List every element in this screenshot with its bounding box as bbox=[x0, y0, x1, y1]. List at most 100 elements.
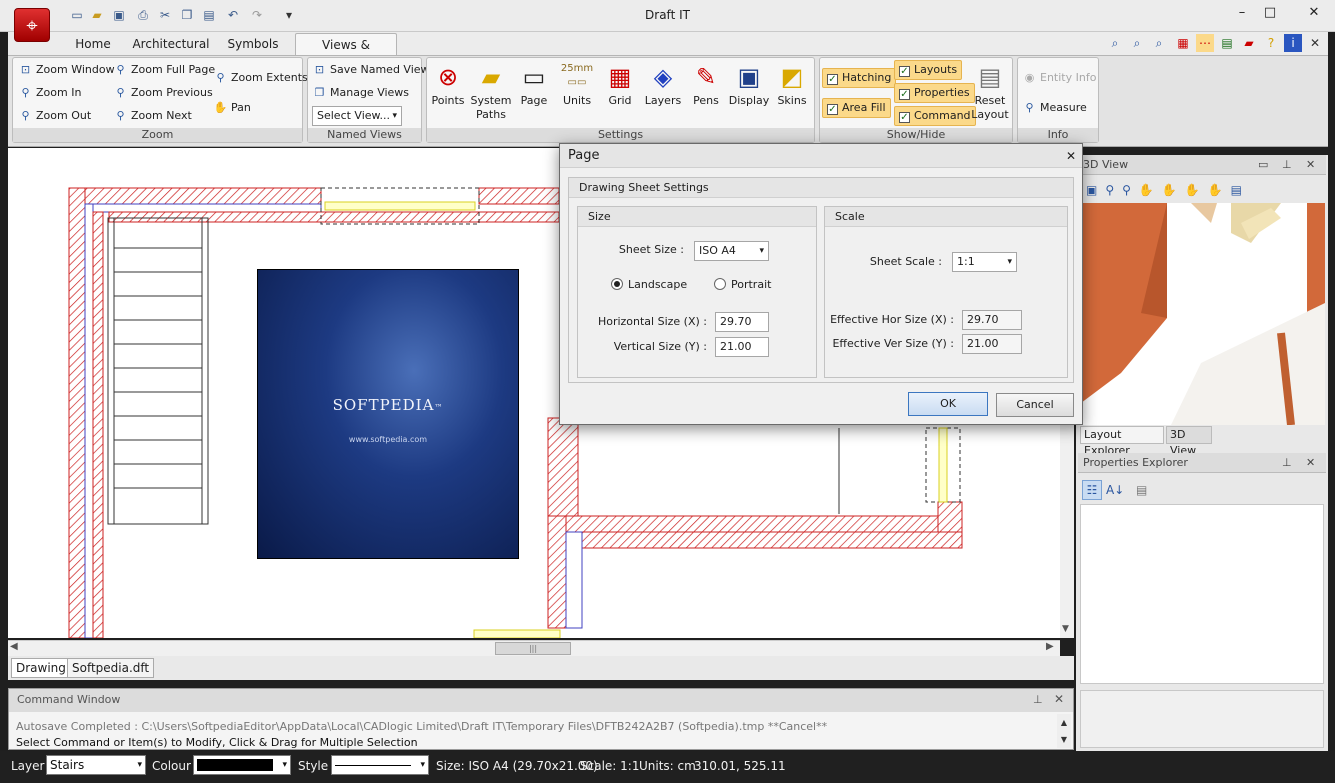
layers-button[interactable]: ◈ Layers bbox=[640, 62, 686, 108]
ribbon-close-icon[interactable]: ✕ bbox=[1306, 34, 1324, 52]
hatching-toggle[interactable]: ✓ Hatching bbox=[822, 68, 897, 88]
view3d-header: 3D View ▭ ⊥ ✕ bbox=[1078, 155, 1326, 175]
cancel-button[interactable]: Cancel bbox=[996, 393, 1074, 417]
points-button[interactable]: ⊗ Points bbox=[425, 62, 471, 108]
sort-alpha-icon[interactable]: A↓ bbox=[1106, 478, 1124, 502]
ok-button[interactable]: OK bbox=[908, 392, 988, 416]
app-menu-button[interactable]: ⌖ bbox=[14, 8, 50, 42]
checkbox-checked-icon: ✓ bbox=[899, 89, 910, 100]
maximize-button[interactable]: □ bbox=[1256, 2, 1284, 24]
zoom-next-button[interactable]: ⚲ Zoom Next bbox=[113, 109, 191, 122]
command-scrollbar[interactable]: ▲ ▼ bbox=[1057, 714, 1071, 748]
zoom-out-button[interactable]: ⚲ Zoom Out bbox=[18, 109, 91, 122]
status-bar: Layer Stairs ▾ Colour ▾ Style ▾ Size: ISO… bbox=[0, 751, 1335, 783]
zoom-in-button[interactable]: ⚲ Zoom In bbox=[18, 86, 81, 99]
tab-softpedia-dft[interactable]: Softpedia.dft bbox=[67, 658, 155, 678]
scroll-thumb[interactable]: ||| bbox=[495, 642, 571, 655]
layer-dropdown[interactable]: Stairs ▾ bbox=[46, 755, 146, 775]
save-named-view-button[interactable]: ⊡ Save Named View bbox=[312, 63, 430, 76]
horizontal-scrollbar[interactable]: ◀ ||| ▶ bbox=[8, 640, 1060, 656]
radio-selected-icon bbox=[611, 278, 623, 290]
checkbox-checked-icon: ✓ bbox=[899, 66, 910, 77]
command-prompt-line: Select Command or Item(s) to Modify, Cli… bbox=[16, 736, 418, 749]
sheet-size-dropdown[interactable]: ISO A4 ▾ bbox=[694, 241, 769, 261]
tab-layout-explorer[interactable]: Layout Explorer bbox=[1080, 426, 1164, 457]
scroll-down-icon[interactable]: ▼ bbox=[1062, 624, 1069, 634]
properties-toggle[interactable]: ✓ Properties bbox=[894, 83, 975, 103]
portrait-radio[interactable]: Portrait bbox=[714, 278, 771, 291]
command-toggle[interactable]: ✓ Command bbox=[894, 106, 976, 126]
pens-button[interactable]: ✎ Pens bbox=[683, 62, 729, 108]
zoom-window-button[interactable]: ⊡ Zoom Window bbox=[18, 63, 115, 76]
settings-icon[interactable]: ▰ bbox=[1240, 34, 1258, 52]
manage-views-button[interactable]: ❐ Manage Views bbox=[312, 86, 409, 99]
tab-architectural[interactable]: Architectural bbox=[132, 33, 210, 55]
line-style-swatch bbox=[335, 765, 411, 766]
page-dialog: Page ✕ Drawing Sheet Settings Size Sheet… bbox=[559, 143, 1083, 425]
zoom-in-icon[interactable]: ⌕ bbox=[1150, 34, 1168, 52]
pin-icon[interactable]: ⊥ bbox=[1282, 453, 1292, 473]
show-hide-group-label: Show/Hide bbox=[820, 128, 1012, 142]
grid-icon[interactable]: ▦ bbox=[1174, 34, 1192, 52]
close-icon[interactable]: ✕ bbox=[1054, 692, 1064, 706]
units-button[interactable]: 25mm ▭▭ Units bbox=[554, 62, 600, 108]
snap-icon[interactable]: ⋯ bbox=[1196, 34, 1214, 52]
select-view-dropdown[interactable]: Select View... ▾ bbox=[312, 106, 402, 126]
close-icon[interactable]: ✕ bbox=[1306, 155, 1315, 175]
categorized-icon[interactable]: ☷ bbox=[1082, 480, 1102, 500]
colour-dropdown[interactable]: ▾ bbox=[193, 755, 291, 775]
grid-button[interactable]: ▦ Grid bbox=[597, 62, 643, 108]
zoom-window-icon[interactable]: ⌕ bbox=[1106, 34, 1124, 52]
sheet-scale-dropdown[interactable]: 1:1 ▾ bbox=[952, 252, 1017, 272]
clipboard-icon[interactable]: ▤ bbox=[1218, 34, 1236, 52]
zoom-previous-button[interactable]: ⚲ Zoom Previous bbox=[113, 86, 212, 99]
skins-button[interactable]: ◩ Skins bbox=[769, 62, 815, 108]
horizontal-size-field[interactable]: 29.70 bbox=[715, 312, 769, 332]
tab-home[interactable]: Home bbox=[68, 33, 118, 55]
vertical-size-field[interactable]: 21.00 bbox=[715, 337, 769, 357]
tab-symbols[interactable]: Symbols bbox=[224, 33, 282, 55]
property-pages-icon[interactable]: ▤ bbox=[1136, 478, 1147, 502]
style-dropdown[interactable]: ▾ bbox=[331, 755, 429, 775]
entity-info-button[interactable]: ◉ Entity Info bbox=[1022, 71, 1097, 84]
skins-icon: ◩ bbox=[780, 63, 804, 91]
tab-views-settings[interactable]: Views & Settings bbox=[295, 33, 397, 74]
splash-logo: SOFTPEDIA™ bbox=[332, 396, 444, 414]
page-button[interactable]: ▭ Page bbox=[511, 62, 557, 108]
manage-views-icon: ❐ bbox=[314, 86, 325, 99]
scroll-left-icon[interactable]: ◀ bbox=[10, 641, 18, 652]
close-icon[interactable]: ✕ bbox=[1306, 453, 1315, 473]
scroll-right-icon[interactable]: ▶ bbox=[1046, 641, 1054, 652]
size-group-title: Size bbox=[578, 207, 816, 227]
info-icon[interactable]: i bbox=[1284, 34, 1302, 52]
command-window-header: Command Window ⊥ ✕ bbox=[9, 689, 1073, 712]
landscape-radio[interactable]: Landscape bbox=[611, 278, 687, 291]
points-icon: ⊗ bbox=[437, 63, 459, 91]
zoom-out-icon: ⚲ bbox=[21, 109, 30, 122]
measure-button[interactable]: ⚲ Measure bbox=[1022, 101, 1086, 114]
layouts-toggle[interactable]: ✓ Layouts bbox=[894, 60, 963, 80]
close-window-button[interactable]: ✕ bbox=[1294, 2, 1334, 24]
system-paths-button[interactable]: ▰ System Paths bbox=[468, 62, 514, 122]
close-icon[interactable]: ✕ bbox=[1066, 144, 1076, 168]
info-group: Info bbox=[1017, 57, 1099, 143]
view3d-toolbar[interactable]: ▣⚲⚲✋✋✋✋▤ bbox=[1080, 178, 1326, 202]
tab-3d-view[interactable]: 3D View bbox=[1166, 426, 1212, 457]
grid-icon: ▦ bbox=[608, 63, 632, 91]
reset-layout-button[interactable]: ▤ Reset Layout bbox=[970, 62, 1010, 122]
panel-minimize-icon[interactable]: ▭ bbox=[1258, 155, 1268, 175]
help-icon[interactable]: ? bbox=[1262, 34, 1280, 52]
monitor-icon: ▣ bbox=[737, 63, 761, 91]
zoom-full-page-button[interactable]: ⚲ Zoom Full Page bbox=[113, 63, 215, 76]
view3d-viewport[interactable] bbox=[1081, 203, 1325, 425]
pin-icon[interactable]: ⊥ bbox=[1282, 155, 1292, 175]
properties-grid[interactable] bbox=[1080, 504, 1324, 684]
zoom-out-icon[interactable]: ⌕ bbox=[1128, 34, 1146, 52]
pan-button[interactable]: ✋ Pan bbox=[213, 101, 251, 114]
area-fill-toggle[interactable]: ✓ Area Fill bbox=[822, 98, 891, 118]
minimize-button[interactable]: – bbox=[1228, 2, 1256, 24]
zoom-extents-button[interactable]: ⚲ Zoom Extents bbox=[213, 71, 307, 84]
display-button[interactable]: ▣ Display bbox=[726, 62, 772, 108]
pin-icon[interactable]: ⊥ bbox=[1033, 693, 1043, 706]
settings-group-label: Settings bbox=[427, 128, 814, 142]
